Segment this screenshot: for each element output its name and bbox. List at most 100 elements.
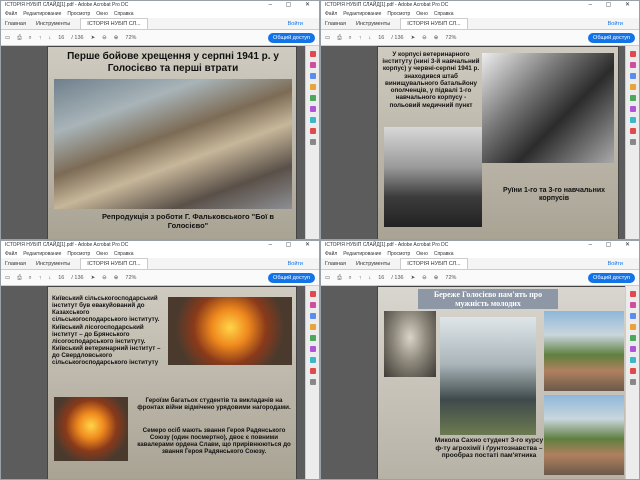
zoom-level[interactable]: 72% bbox=[125, 30, 136, 46]
cursor-icon[interactable]: ➤ bbox=[411, 30, 416, 46]
menu-view[interactable]: Просмотр bbox=[387, 251, 410, 257]
zoom-level[interactable]: 72% bbox=[445, 270, 456, 286]
menu-view[interactable]: Просмотр bbox=[67, 251, 90, 257]
document-pane[interactable]: У корпусі ветеринарного інституту (нині … bbox=[321, 46, 639, 239]
menu-help[interactable]: Справка bbox=[114, 11, 134, 17]
page-number[interactable]: 16 bbox=[58, 270, 64, 286]
acrobat-window-4: ІСТОРІЯ НУБІП СЛАЙД[1].pdf - Adobe Acrob… bbox=[320, 240, 640, 480]
tab-home[interactable]: Главная bbox=[325, 21, 346, 27]
menu-edit[interactable]: Редактирование bbox=[343, 251, 381, 257]
zoom-out-icon[interactable]: ⊖ bbox=[422, 270, 427, 286]
document-pane[interactable]: Київський сільськогосподарський інститут… bbox=[1, 286, 319, 479]
print-icon[interactable]: ⎙ bbox=[337, 30, 341, 46]
title-bar: ІСТОРІЯ НУБІП СЛАЙД[1].pdf - Adobe Acrob… bbox=[1, 1, 319, 10]
share-button[interactable]: Общий доступ bbox=[588, 33, 635, 43]
zoom-in-icon[interactable]: ⊕ bbox=[434, 270, 439, 286]
save-icon[interactable]: ▭ bbox=[325, 30, 330, 46]
print-icon[interactable]: ⎙ bbox=[17, 270, 21, 286]
window-controls[interactable]: – ▢ ✕ bbox=[589, 1, 636, 10]
zoom-out-icon[interactable]: ⊖ bbox=[422, 30, 427, 46]
menu-help[interactable]: Справка bbox=[434, 251, 454, 257]
tab-tools[interactable]: Инструменты bbox=[356, 21, 390, 27]
menu-view[interactable]: Просмотр bbox=[387, 11, 410, 17]
page-down-icon[interactable]: ↓ bbox=[368, 30, 371, 46]
memorial-flame-photo-2 bbox=[54, 397, 128, 461]
page-up-icon[interactable]: ↑ bbox=[359, 30, 362, 46]
acrobat-window-3: ІСТОРІЯ НУБІП СЛАЙД[1].pdf - Adobe Acrob… bbox=[0, 240, 320, 480]
zoom-level[interactable]: 72% bbox=[445, 30, 456, 46]
search-icon[interactable]: ⌕ bbox=[29, 270, 32, 286]
tab-home[interactable]: Главная bbox=[5, 261, 26, 267]
menu-window[interactable]: Окно bbox=[96, 11, 108, 17]
zoom-in-icon[interactable]: ⊕ bbox=[434, 30, 439, 46]
menu-file[interactable]: Файл bbox=[5, 251, 17, 257]
tab-tools[interactable]: Инструменты bbox=[36, 261, 70, 267]
zoom-out-icon[interactable]: ⊖ bbox=[102, 270, 107, 286]
document-pane[interactable]: Перше бойове хрещення у серпні 1941 р. у… bbox=[1, 46, 319, 239]
share-button[interactable]: Общий доступ bbox=[268, 33, 315, 43]
cursor-icon[interactable]: ➤ bbox=[411, 270, 416, 286]
signin-link[interactable]: Войти bbox=[288, 18, 303, 30]
page-up-icon[interactable]: ↑ bbox=[359, 270, 362, 286]
signin-link[interactable]: Войти bbox=[608, 18, 623, 30]
zoom-level[interactable]: 72% bbox=[125, 270, 136, 286]
menu-window[interactable]: Окно bbox=[416, 251, 428, 257]
zoom-out-icon[interactable]: ⊖ bbox=[102, 30, 107, 46]
cursor-icon[interactable]: ➤ bbox=[91, 270, 96, 286]
page-down-icon[interactable]: ↓ bbox=[368, 270, 371, 286]
page-up-icon[interactable]: ↑ bbox=[39, 270, 42, 286]
menu-window[interactable]: Окно bbox=[416, 11, 428, 17]
tab-home[interactable]: Главная bbox=[325, 261, 346, 267]
tab-document[interactable]: ІСТОРІЯ НУБІП СЛ... bbox=[400, 18, 468, 29]
tab-tools[interactable]: Инструменты bbox=[356, 261, 390, 267]
save-icon[interactable]: ▭ bbox=[5, 270, 10, 286]
menu-file[interactable]: Файл bbox=[325, 251, 337, 257]
print-icon[interactable]: ⎙ bbox=[17, 30, 21, 46]
menu-help[interactable]: Справка bbox=[434, 11, 454, 17]
search-icon[interactable]: ⌕ bbox=[349, 30, 352, 46]
zoom-in-icon[interactable]: ⊕ bbox=[114, 270, 119, 286]
share-button[interactable]: Общий доступ bbox=[588, 273, 635, 283]
tools-rail[interactable] bbox=[305, 286, 319, 479]
signin-link[interactable]: Войти bbox=[608, 258, 623, 270]
menu-edit[interactable]: Редактирование bbox=[343, 11, 381, 17]
slide-3: Київський сільськогосподарський інститут… bbox=[47, 286, 297, 479]
print-icon[interactable]: ⎙ bbox=[337, 270, 341, 286]
tools-rail[interactable] bbox=[625, 286, 639, 479]
window-controls[interactable]: – ▢ ✕ bbox=[269, 241, 316, 250]
window-controls[interactable]: – ▢ ✕ bbox=[589, 241, 636, 250]
menu-bar: Файл Редактирование Просмотр Окно Справка bbox=[321, 250, 639, 258]
menu-file[interactable]: Файл bbox=[5, 11, 17, 17]
share-button[interactable]: Общий доступ bbox=[268, 273, 315, 283]
tab-document[interactable]: ІСТОРІЯ НУБІП СЛ... bbox=[400, 258, 468, 269]
page-down-icon[interactable]: ↓ bbox=[48, 30, 51, 46]
menu-help[interactable]: Справка bbox=[114, 251, 134, 257]
menu-file[interactable]: Файл bbox=[325, 11, 337, 17]
search-icon[interactable]: ⌕ bbox=[29, 30, 32, 46]
signin-link[interactable]: Войти bbox=[288, 258, 303, 270]
tools-rail[interactable] bbox=[625, 46, 639, 239]
cursor-icon[interactable]: ➤ bbox=[91, 30, 96, 46]
page-number[interactable]: 16 bbox=[378, 270, 384, 286]
tools-rail[interactable] bbox=[305, 46, 319, 239]
save-icon[interactable]: ▭ bbox=[5, 30, 10, 46]
page-down-icon[interactable]: ↓ bbox=[48, 270, 51, 286]
search-icon[interactable]: ⌕ bbox=[349, 270, 352, 286]
window-controls[interactable]: – ▢ ✕ bbox=[269, 1, 316, 10]
page-number[interactable]: 16 bbox=[378, 30, 384, 46]
menu-window[interactable]: Окно bbox=[96, 251, 108, 257]
menu-view[interactable]: Просмотр bbox=[67, 11, 90, 17]
student-portrait-photo bbox=[384, 311, 436, 377]
slide-text-heroism: Героїзм багатьох студентів та викладачів… bbox=[137, 397, 291, 412]
menu-edit[interactable]: Редактирование bbox=[23, 251, 61, 257]
zoom-in-icon[interactable]: ⊕ bbox=[114, 30, 119, 46]
tab-tools[interactable]: Инструменты bbox=[36, 21, 70, 27]
tab-home[interactable]: Главная bbox=[5, 21, 26, 27]
tab-document[interactable]: ІСТОРІЯ НУБІП СЛ... bbox=[80, 258, 148, 269]
page-up-icon[interactable]: ↑ bbox=[39, 30, 42, 46]
document-pane[interactable]: Бережe Голосієво пам'ять про мужність мо… bbox=[321, 286, 639, 479]
page-number[interactable]: 16 bbox=[58, 30, 64, 46]
tab-document[interactable]: ІСТОРІЯ НУБІП СЛ... bbox=[80, 18, 148, 29]
save-icon[interactable]: ▭ bbox=[325, 270, 330, 286]
menu-edit[interactable]: Редактирование bbox=[23, 11, 61, 17]
